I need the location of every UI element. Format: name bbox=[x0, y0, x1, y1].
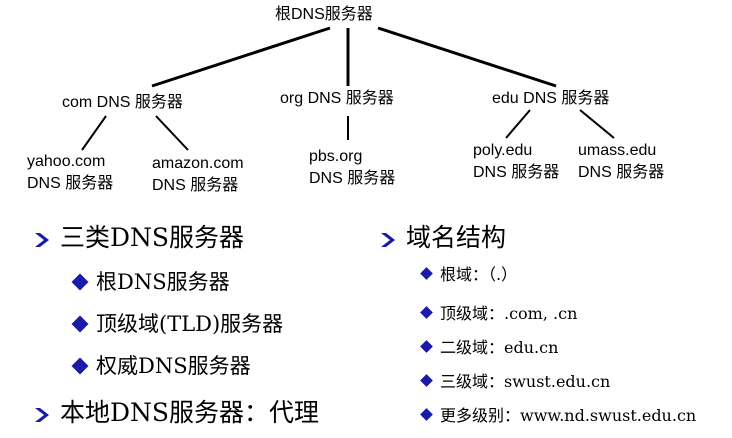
left-item-root: 根DNS服务器 bbox=[71, 268, 230, 296]
diamond-bullet-icon bbox=[420, 267, 433, 280]
diamond-bullet-icon bbox=[71, 357, 89, 374]
item-text: 二级域：edu.cn bbox=[440, 338, 559, 357]
right-item-second-level: 二级域：edu.cn bbox=[420, 336, 559, 360]
leaf-poly: poly.edu DNS 服务器 bbox=[473, 140, 559, 184]
heading-text: 三类DNS服务器 bbox=[60, 223, 245, 252]
heading-text: 域名结构 bbox=[406, 223, 507, 252]
left-item-authoritative: 权威DNS服务器 bbox=[71, 352, 251, 380]
leaf-domain: amazon.com bbox=[152, 155, 244, 172]
diamond-bullet-icon bbox=[420, 306, 433, 319]
leaf-domain: yahoo.com bbox=[27, 153, 106, 170]
arrow-bullet-icon bbox=[35, 232, 49, 247]
edge-root-edu bbox=[377, 26, 557, 88]
leaf-domain: umass.edu bbox=[578, 142, 657, 159]
item-text: 顶级域(TLD)服务器 bbox=[96, 312, 284, 336]
tld-edu-label: edu DNS 服务器 bbox=[492, 90, 610, 107]
heading-text: 本地DNS服务器：代理 bbox=[60, 398, 320, 427]
edge-edu-umass bbox=[579, 109, 615, 139]
tld-org-label: org DNS 服务器 bbox=[280, 90, 394, 107]
item-text: 更多级别：www.nd.swust.edu.cn bbox=[440, 406, 697, 425]
slide: 根DNS服务器 com DNS 服务器 org DNS 服务器 edu DNS … bbox=[0, 0, 732, 438]
leaf-server: DNS 服务器 bbox=[152, 177, 239, 194]
leaf-amazon: amazon.com DNS 服务器 bbox=[152, 153, 244, 197]
leaf-server: DNS 服务器 bbox=[473, 164, 560, 181]
right-item-root-domain: 根域：（.） bbox=[420, 263, 518, 287]
leaf-yahoo: yahoo.com DNS 服务器 bbox=[27, 151, 113, 195]
diamond-bullet-icon bbox=[420, 340, 433, 353]
tld-com-label: com DNS 服务器 bbox=[62, 94, 183, 111]
leaf-server: DNS 服务器 bbox=[309, 170, 396, 187]
edge-root-com bbox=[151, 26, 331, 88]
right-item-more-levels: 更多级别：www.nd.swust.edu.cn bbox=[420, 404, 697, 428]
leaf-server: DNS 服务器 bbox=[27, 175, 114, 192]
item-text: 权威DNS服务器 bbox=[96, 354, 251, 378]
right-heading-domain-structure: 域名结构 bbox=[380, 221, 506, 255]
arrow-bullet-icon bbox=[35, 407, 49, 422]
item-text: 三级域：swust.edu.cn bbox=[440, 372, 611, 391]
edge-edu-poly bbox=[505, 109, 531, 139]
leaf-domain: pbs.org bbox=[309, 148, 363, 165]
root-dns-server-label: 根DNS服务器 bbox=[275, 6, 373, 23]
left-heading-three-dns-types: 三类DNS服务器 bbox=[34, 221, 244, 255]
edge-com-amazon bbox=[155, 115, 189, 151]
item-text: 顶级域：.com, .cn bbox=[440, 304, 578, 323]
right-item-top-level: 顶级域：.com, .cn bbox=[420, 302, 578, 326]
item-text: 根域：（.） bbox=[440, 265, 518, 284]
leaf-umass: umass.edu DNS 服务器 bbox=[578, 140, 664, 184]
leaf-domain: poly.edu bbox=[473, 142, 533, 159]
left-heading-local-dns: 本地DNS服务器：代理 bbox=[34, 396, 319, 430]
item-text: 根DNS服务器 bbox=[96, 270, 230, 294]
edge-com-yahoo bbox=[81, 115, 107, 151]
leaf-pbs: pbs.org DNS 服务器 bbox=[309, 146, 395, 190]
diamond-bullet-icon bbox=[420, 408, 433, 421]
arrow-bullet-icon bbox=[381, 232, 395, 247]
diamond-bullet-icon bbox=[71, 315, 89, 332]
right-item-third-level: 三级域：swust.edu.cn bbox=[420, 370, 611, 394]
left-item-tld: 顶级域(TLD)服务器 bbox=[71, 310, 284, 338]
leaf-server: DNS 服务器 bbox=[578, 164, 665, 181]
diamond-bullet-icon bbox=[420, 374, 433, 387]
diamond-bullet-icon bbox=[71, 273, 89, 290]
